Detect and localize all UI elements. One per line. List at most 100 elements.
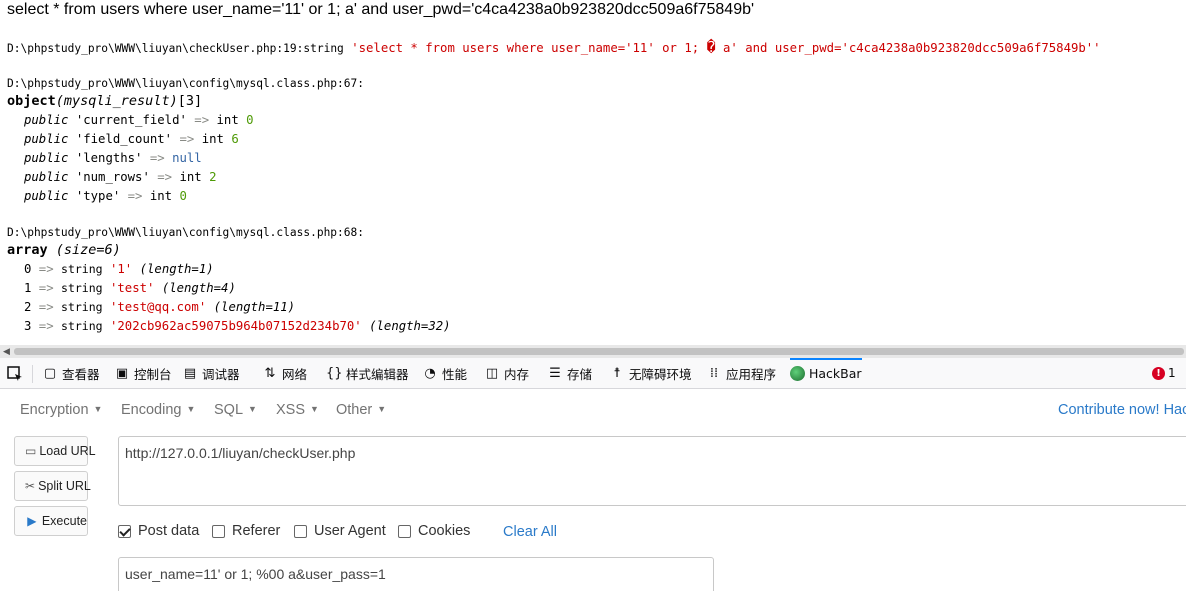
menu-label: Other: [336, 402, 373, 418]
accessibility-icon: ☨: [613, 366, 621, 381]
devtools-tab-label: 性能: [442, 367, 468, 382]
devtools-tab-network[interactable]: ⇅ 网络: [262, 358, 307, 389]
object-keyword: object: [7, 93, 56, 109]
arrow-glyph: =>: [142, 151, 173, 165]
menu-label: Encryption: [20, 402, 89, 418]
prop-type: int: [179, 170, 202, 184]
dump2-path: D:\phpstudy_pro\WWW\liuyan\config\mysql.…: [7, 77, 364, 90]
menu-xss[interactable]: XSS ▼: [276, 402, 319, 418]
array-keyword: array: [7, 242, 48, 258]
page-output: select * from users where user_name='11'…: [0, 0, 1186, 345]
devtools-tab-label: 存储: [567, 367, 593, 382]
prop-type: int: [216, 113, 239, 127]
arrow-glyph: =>: [31, 281, 62, 295]
error-count-badge[interactable]: ! 1: [1152, 366, 1176, 380]
referer-option[interactable]: Referer: [212, 523, 280, 539]
cookies-option[interactable]: Cookies: [398, 523, 470, 539]
object-prop-row: public 'num_rows' => int 2: [24, 168, 217, 187]
url-textarea[interactable]: http://127.0.0.1/liuyan/checkUser.php: [118, 436, 1186, 506]
referer-checkbox[interactable]: [212, 524, 225, 538]
menu-sql[interactable]: SQL ▼: [214, 402, 257, 418]
inspector-icon: ▢: [43, 366, 57, 381]
prop-name: 'lengths': [75, 151, 143, 165]
devtools-tab-label: 样式编辑器: [346, 367, 409, 382]
devtools-tab-accessibility[interactable]: ☨ 无障碍环境: [609, 358, 691, 389]
devtools-tab-memory[interactable]: ◫ 内存: [484, 358, 529, 389]
hackbar-menu: Encryption ▼ Encoding ▼ SQL ▼ XSS ▼ Other ▼: [0, 389, 1186, 431]
menu-encryption[interactable]: Encryption ▼: [20, 402, 102, 418]
dump1-line: D:\phpstudy_pro\WWW\liuyan\checkUser.php…: [7, 38, 1101, 58]
arrow-glyph: =>: [31, 300, 62, 314]
toolbar-divider: [32, 365, 33, 383]
item-type: string: [61, 300, 103, 314]
menu-other[interactable]: Other ▼: [336, 402, 386, 418]
sql-echo-text: select * from users where user_name='11'…: [7, 1, 755, 18]
item-length: (length=11): [213, 300, 296, 314]
devtools-tab-label: 应用程序: [726, 367, 777, 382]
devtools-tab-inspector[interactable]: ▢ 查看器: [42, 358, 100, 389]
execute-button[interactable]: ▶ Execute: [14, 506, 88, 536]
devtools-tab-label: 调试器: [202, 367, 240, 382]
devtools-tab-debugger[interactable]: ▤ 调试器: [182, 358, 240, 389]
arrow-glyph: =>: [31, 319, 62, 333]
scrollbar-thumb[interactable]: [14, 348, 1184, 355]
prop-name: 'type': [75, 189, 121, 203]
menu-encoding[interactable]: Encoding ▼: [121, 402, 195, 418]
item-value: '1': [109, 262, 133, 276]
prop-value: 0: [246, 113, 254, 127]
object-count: [3]: [177, 93, 203, 109]
clear-all-link[interactable]: Clear All: [503, 524, 557, 540]
item-length: (length=32): [369, 319, 451, 333]
prop-value: 0: [179, 189, 187, 203]
devtools-tab-performance[interactable]: ◔ 性能: [422, 358, 467, 389]
post-data-checkbox[interactable]: [118, 524, 131, 538]
style-editor-icon: {}: [326, 366, 343, 381]
prop-name: 'current_field': [75, 113, 187, 127]
devtools-tab-label: 网络: [282, 367, 308, 382]
user-agent-checkbox[interactable]: [294, 524, 307, 538]
cookies-label: Cookies: [418, 523, 471, 539]
devtools-tab-style-editor[interactable]: {} 样式编辑器: [326, 358, 409, 389]
horizontal-scrollbar[interactable]: ◀: [0, 345, 1186, 358]
console-icon: ▣: [115, 366, 129, 381]
hackbar-panel: Encryption ▼ Encoding ▼ SQL ▼ XSS ▼ Other ▼ Contr…: [0, 389, 1186, 591]
contribute-link[interactable]: Contribute now! Hac: [1058, 402, 1186, 418]
item-value: 'test': [109, 281, 155, 295]
prop-visibility: public: [24, 113, 69, 127]
dump1-value-end: a' and user_pwd='c4ca4238a0b923820dcc509…: [715, 41, 1101, 55]
object-prop-row: public 'type' => int 0: [24, 187, 187, 206]
performance-icon: ◔: [424, 366, 436, 381]
user-agent-option[interactable]: User Agent: [294, 523, 386, 539]
prop-type: int: [201, 132, 224, 146]
chevron-down-icon: ▼: [248, 404, 257, 414]
split-url-button[interactable]: ✂ Split URL: [14, 471, 91, 501]
cookies-checkbox[interactable]: [398, 524, 411, 538]
item-value: '202cb962ac59075b964b07152d234b70': [109, 319, 362, 333]
array-item-row: 3 => string '202cb962ac59075b964b07152d2…: [24, 317, 451, 336]
load-url-icon: ▭: [25, 444, 37, 458]
chevron-down-icon: ▼: [186, 404, 196, 414]
dump1-value-start: 'select * from users where user_name='11…: [351, 41, 707, 55]
post-data-option[interactable]: Post data: [118, 523, 199, 539]
item-type: string: [61, 319, 103, 333]
object-prop-row: public 'current_field' => int 0: [24, 111, 254, 130]
item-type: string: [61, 262, 103, 276]
devtools-tab-hackbar[interactable]: HackBar: [790, 358, 862, 389]
dump3-path: D:\phpstudy_pro\WWW\liuyan\config\mysql.…: [7, 226, 364, 239]
error-count: 1: [1168, 366, 1176, 380]
element-picker-icon[interactable]: [6, 365, 24, 383]
split-url-label: Split URL: [38, 479, 91, 493]
devtools-tab-storage[interactable]: ☰ 存储: [547, 358, 592, 389]
prop-name: 'num_rows': [75, 170, 150, 184]
load-url-label: Load URL: [39, 444, 96, 458]
scroll-left-icon[interactable]: ◀: [3, 347, 10, 357]
dump2-header: object(mysqli_result)[3]: [7, 92, 202, 111]
post-data-textarea[interactable]: user_name=11' or 1; %00 a&user_pass=1: [118, 557, 714, 591]
array-size: (size=6): [55, 242, 121, 258]
devtools-tab-console[interactable]: ▣ 控制台: [114, 358, 172, 389]
referer-label: Referer: [232, 523, 281, 539]
devtools-tab-application[interactable]: ⁞⁞ 应用程序: [706, 358, 776, 389]
item-value: 'test@qq.com': [109, 300, 207, 314]
user-agent-label: User Agent: [314, 523, 386, 539]
load-url-button[interactable]: ▭ Load URL: [14, 436, 96, 466]
